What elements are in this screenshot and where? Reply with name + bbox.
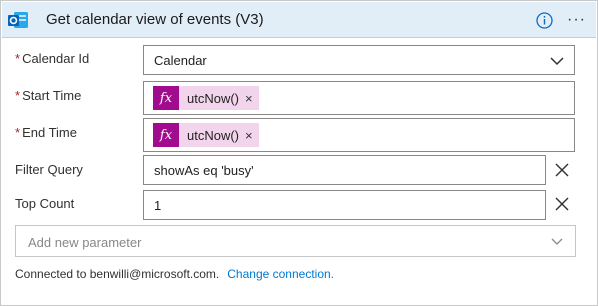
calendar-id-label-text: Calendar Id <box>22 51 90 66</box>
required-mark: * <box>15 88 21 103</box>
remove-token-icon[interactable]: × <box>245 128 259 143</box>
remove-token-icon[interactable]: × <box>245 91 259 106</box>
end-time-label: * End Time <box>15 125 77 140</box>
required-mark: * <box>15 51 21 66</box>
info-icon[interactable] <box>536 12 553 29</box>
action-header[interactable]: Get calendar view of events (V3) ··· <box>2 2 596 38</box>
top-count-value: 1 <box>154 198 162 213</box>
token-label: utcNow() <box>187 90 240 106</box>
filter-query-value: showAs eq 'busy' <box>154 163 254 178</box>
start-time-label: * Start Time <box>15 88 81 103</box>
top-count-input[interactable]: 1 <box>143 190 546 220</box>
filter-query-input[interactable]: showAs eq 'busy' <box>143 155 546 185</box>
filter-query-label-text: Filter Query <box>15 162 83 177</box>
end-time-label-text: End Time <box>22 125 77 140</box>
required-mark: * <box>15 125 21 140</box>
top-count-label-text: Top Count <box>15 196 75 211</box>
connected-text: Connected to benwilli@microsoft.com. <box>15 267 220 281</box>
calendar-id-value: Calendar <box>154 53 207 68</box>
start-time-label-text: Start Time <box>22 88 82 103</box>
start-time-token[interactable]: fx utcNow() × <box>153 86 259 110</box>
change-connection-link[interactable]: Change connection. <box>227 267 334 281</box>
expression-icon: fx <box>153 123 179 147</box>
chevron-down-icon <box>550 57 564 66</box>
calendar-id-dropdown[interactable]: Calendar <box>143 45 575 75</box>
clear-filter-query-icon[interactable] <box>554 162 570 178</box>
add-new-parameter-dropdown[interactable]: Add new parameter <box>15 225 576 257</box>
calendar-id-label: * Calendar Id <box>15 51 89 66</box>
outlook-icon <box>8 12 28 28</box>
end-time-token[interactable]: fx utcNow() × <box>153 123 259 147</box>
token-label: utcNow() <box>187 127 240 143</box>
connection-footer: Connected to benwilli@microsoft.com. Chan… <box>15 267 334 281</box>
end-time-input[interactable]: fx utcNow() × <box>143 118 575 152</box>
filter-query-label: Filter Query <box>15 162 83 177</box>
clear-top-count-icon[interactable] <box>554 196 570 212</box>
expression-icon: fx <box>153 86 179 110</box>
more-options-icon[interactable]: ··· <box>567 11 586 29</box>
add-parameter-placeholder: Add new parameter <box>28 235 142 250</box>
top-count-label: Top Count <box>15 196 74 211</box>
action-title: Get calendar view of events (V3) <box>46 11 264 28</box>
chevron-down-icon <box>551 238 563 245</box>
start-time-input[interactable]: fx utcNow() × <box>143 81 575 115</box>
action-card: Get calendar view of events (V3) ··· * Ca… <box>0 0 598 306</box>
